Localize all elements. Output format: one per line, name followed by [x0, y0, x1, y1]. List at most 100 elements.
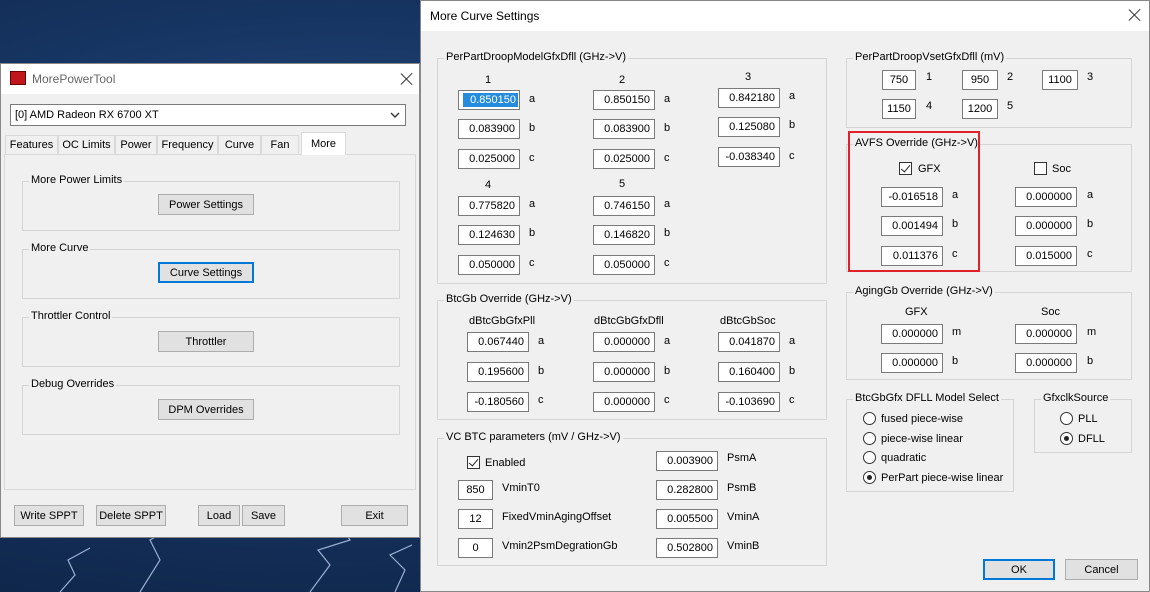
throttler-button[interactable]: Throttler	[158, 331, 254, 352]
btcgb-gfxpll-a-input[interactable]	[467, 332, 529, 352]
droop-3-a-input[interactable]	[718, 88, 780, 108]
droop-2-b-input[interactable]	[593, 119, 655, 139]
coef-label-a: a	[952, 189, 959, 201]
psmA-input[interactable]	[656, 451, 718, 471]
cancel-button[interactable]: Cancel	[1065, 559, 1138, 580]
vminT0-input[interactable]	[458, 480, 493, 500]
tab-fan[interactable]: Fan	[261, 135, 299, 154]
coef-label-b: b	[664, 122, 671, 134]
psmA-label: PsmA	[727, 452, 757, 464]
coef-label-b: b	[789, 119, 796, 131]
vset-4-input[interactable]	[882, 99, 916, 119]
droop-4-a-input[interactable]	[458, 196, 520, 216]
dfll-option-fused-radio[interactable]	[863, 412, 876, 425]
group-label: BtcGbGfx DFLL Model Select	[853, 392, 1001, 404]
btcgb-gfxdfll-a-input[interactable]	[593, 332, 655, 352]
tab-frequency[interactable]: Frequency	[157, 135, 218, 154]
vset-3-input[interactable]	[1042, 70, 1078, 90]
dialog-close-icon[interactable]	[1128, 8, 1142, 22]
btcgb-gfxdfll-c-input[interactable]	[593, 392, 655, 412]
droop-3-b-input[interactable]	[718, 117, 780, 137]
write-sppt-button[interactable]: Write SPPT	[14, 505, 84, 526]
dialog-titlebar: More Curve Settings	[421, 1, 1149, 31]
btcgb-soc-a-input[interactable]	[718, 332, 780, 352]
psmB-input[interactable]	[656, 480, 718, 500]
droop-2-a-input[interactable]	[593, 90, 655, 110]
coef-label-a: a	[1087, 189, 1094, 201]
tab-label: Curve	[224, 139, 255, 151]
coef-label-a: a	[664, 335, 671, 347]
avfs-soc-c-input[interactable]	[1015, 246, 1077, 266]
curve-settings-button[interactable]: Curve Settings	[158, 262, 254, 283]
tab-curve[interactable]: Curve	[218, 135, 261, 154]
tab-more[interactable]: More	[301, 132, 346, 155]
clk-source-dfll-radio[interactable]	[1060, 432, 1073, 445]
coef-label-a: a	[789, 90, 796, 102]
dpm-overrides-button[interactable]: DPM Overrides	[158, 399, 254, 420]
vc-btc-enabled-checkbox[interactable]	[467, 456, 480, 469]
vmin2psm-degration-input[interactable]	[458, 538, 493, 558]
tab-oc-limits[interactable]: OC Limits	[58, 135, 115, 154]
coef-label-c: c	[952, 248, 958, 260]
coef-label-m: m	[952, 326, 962, 338]
aging-gfx-m-input[interactable]	[881, 324, 943, 344]
dfll-option-label: quadratic	[881, 452, 927, 464]
droop-1-b-input[interactable]	[458, 119, 520, 139]
fixed-vmin-aging-offset-input[interactable]	[458, 509, 493, 529]
delete-sppt-button[interactable]: Delete SPPT	[96, 505, 166, 526]
vset-2-input[interactable]	[962, 70, 998, 90]
droop-5-b-input[interactable]	[593, 225, 655, 245]
avfs-gfx-c-input[interactable]	[881, 246, 943, 266]
load-button[interactable]: Load	[198, 505, 240, 526]
vminB-input[interactable]	[656, 538, 718, 558]
btcgb-soc-c-input[interactable]	[718, 392, 780, 412]
group-label: BtcGb Override (GHz->V)	[444, 293, 574, 305]
clk-source-pll-radio[interactable]	[1060, 412, 1073, 425]
avfs-soc-b-input[interactable]	[1015, 216, 1077, 236]
droop-5-c-input[interactable]	[593, 255, 655, 275]
psmB-label: PsmB	[727, 482, 757, 494]
droop-col-header-1: 1	[485, 74, 492, 86]
coef-label-c: c	[529, 152, 535, 164]
coef-label-a: a	[529, 198, 536, 210]
save-button[interactable]: Save	[242, 505, 285, 526]
droop-2-c-input[interactable]	[593, 149, 655, 169]
droop-4-c-input[interactable]	[458, 255, 520, 275]
avfs-gfx-a-input[interactable]	[881, 187, 943, 207]
device-select[interactable]: [0] AMD Radeon RX 6700 XT	[10, 104, 406, 126]
avfs-gfx-b-input[interactable]	[881, 216, 943, 236]
dfll-option-perpart-radio[interactable]	[863, 471, 876, 484]
coef-label-b: b	[529, 122, 536, 134]
tab-power[interactable]: Power	[115, 135, 157, 154]
droop-1-c-input[interactable]	[458, 149, 520, 169]
btcgb-gfxpll-c-input[interactable]	[467, 392, 529, 412]
btcgb-gfxpll-b-input[interactable]	[467, 362, 529, 382]
tab-features[interactable]: Features	[5, 135, 58, 154]
droop-4-b-input[interactable]	[458, 225, 520, 245]
coef-label-a: a	[664, 198, 671, 210]
ok-button[interactable]: OK	[983, 559, 1055, 580]
vminA-input[interactable]	[656, 509, 718, 529]
droop-3-c-input[interactable]	[718, 147, 780, 167]
btcgb-soc-b-input[interactable]	[718, 362, 780, 382]
aging-soc-m-input[interactable]	[1015, 324, 1077, 344]
vset-5-input[interactable]	[962, 99, 998, 119]
tab-label: Power	[120, 139, 152, 151]
droop-5-a-input[interactable]	[593, 196, 655, 216]
power-settings-button[interactable]: Power Settings	[158, 194, 254, 215]
avfs-soc-a-input[interactable]	[1015, 187, 1077, 207]
droop-1-a-input[interactable]	[458, 90, 520, 110]
dfll-option-piecewise-radio[interactable]	[863, 432, 876, 445]
dfll-option-quadratic-radio[interactable]	[863, 451, 876, 464]
aging-gfx-b-input[interactable]	[881, 353, 943, 373]
main-close-icon[interactable]	[400, 72, 414, 86]
btcgb-gfxdfll-b-input[interactable]	[593, 362, 655, 382]
coef-label-b: b	[664, 365, 671, 377]
app-logo	[10, 71, 26, 85]
aging-soc-b-input[interactable]	[1015, 353, 1077, 373]
vset-1-input[interactable]	[882, 70, 916, 90]
avfs-gfx-checkbox[interactable]	[899, 162, 912, 175]
tab-label: More	[310, 138, 337, 150]
avfs-soc-checkbox[interactable]	[1034, 162, 1047, 175]
exit-button[interactable]: Exit	[341, 505, 408, 526]
